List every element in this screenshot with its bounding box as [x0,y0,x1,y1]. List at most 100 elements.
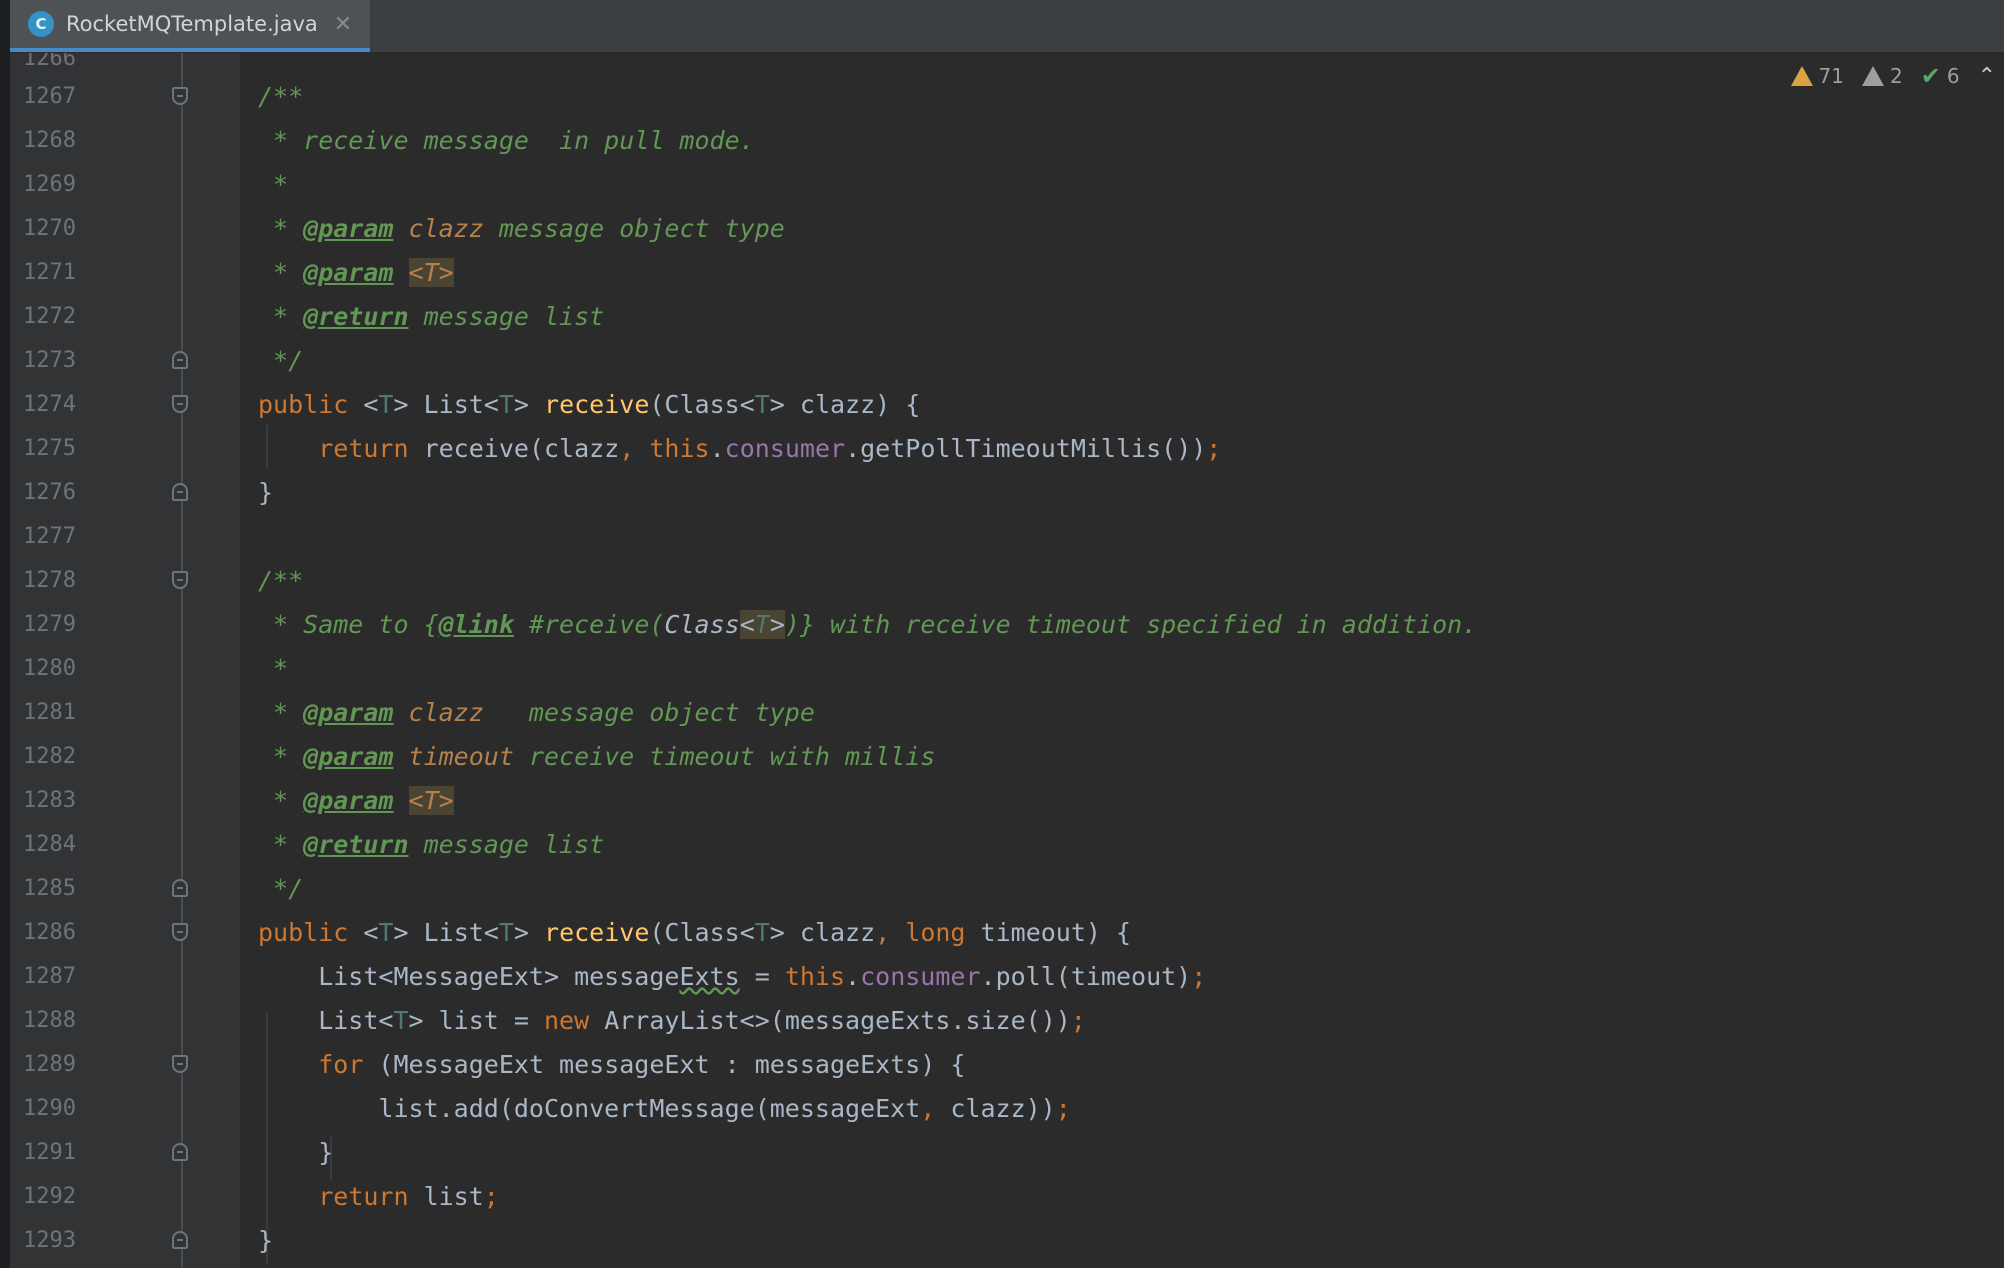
fold-collapse-icon[interactable] [172,571,188,589]
line-number: 1275 [23,436,76,461]
close-icon[interactable]: ✕ [334,12,352,37]
code-text: * @return message list [258,830,605,859]
code-line: 1282 * @param timeout receive timeout wi… [10,735,2004,779]
line-number: 1276 [23,480,76,505]
line-number: 1286 [23,920,76,945]
code-line: 1283 * @param <T> [10,779,2004,823]
editor-tab-bar: C RocketMQTemplate.java ✕ [10,0,2004,53]
fold-end-icon[interactable] [172,351,188,369]
line-number: 1292 [23,1184,76,1209]
code-line: 1267 /** [10,75,2004,119]
line-number: 1268 [23,128,76,153]
check-icon: ✔ [1920,62,1941,90]
code-line: 1276 } [10,471,2004,515]
code-line: 1285 */ [10,867,2004,911]
code-text: for (MessageExt messageExt : messageExts… [318,1050,966,1079]
code-text: List<MessageExt> messageExts = this.cons… [258,962,1207,991]
code-line: 1269 * [10,163,2004,207]
line-number: 1288 [23,1008,76,1033]
code-text: */ [258,874,304,903]
code-text: List<T> list = new ArrayList<>(messageEx… [258,1006,1086,1035]
line-number: 1291 [23,1140,76,1165]
code-text: public <T> List<T> receive(Class<T> claz… [258,390,921,419]
code-line: 1280 * [10,647,2004,691]
line-number: 1293 [23,1228,76,1253]
code-line: 1284 * @return message list [10,823,2004,867]
fold-end-icon[interactable] [172,879,188,897]
code-line: 1268 * receive message in pull mode. [10,119,2004,163]
tab-title: RocketMQTemplate.java [66,12,318,36]
code-line: 1271 * @param <T> [10,251,2004,295]
code-text: } [258,1226,274,1255]
line-number: 1283 [23,788,76,813]
line-number: 1271 [23,260,76,285]
code-line: 1270 * @param clazz message object type [10,207,2004,251]
code-text: public <T> List<T> receive(Class<T> claz… [258,918,1132,947]
tab-rocketmqtemplate[interactable]: C RocketMQTemplate.java ✕ [10,0,370,52]
code-line: 1281 * @param clazz message object type [10,691,2004,735]
code-text: * @param timeout receive timeout with mi… [258,742,936,771]
code-text: */ [258,346,304,375]
weak-warnings-indicator[interactable]: 2 [1861,64,1903,88]
line-number: 1289 [23,1052,76,1077]
code-line: 1273 */ [10,339,2004,383]
code-line: 1291 } [10,1131,2004,1175]
code-text: * receive message in pull mode. [258,126,755,155]
fold-end-icon[interactable] [172,1143,188,1161]
line-number: 1280 [23,656,76,681]
weak-warning-icon [1861,66,1884,86]
warnings-indicator[interactable]: 71 [1790,64,1844,88]
code-line: 1290 list.add(doConvertMessage(messageEx… [10,1087,2004,1131]
code-line: 1278 /** [10,559,2004,603]
typos-indicator[interactable]: ✔ 6 [1921,62,1960,90]
line-number: 1273 [23,348,76,373]
code-line: 1286 public <T> List<T> receive(Class<T>… [10,911,2004,955]
line-number: 1290 [23,1096,76,1121]
code-text: /** [258,566,304,595]
chevron-up-icon[interactable]: ⌃ [1978,64,1996,89]
fold-collapse-icon[interactable] [172,395,188,413]
code-text: * @param clazz message object type [258,698,815,727]
code-line: 1289 for (MessageExt messageExt : messag… [10,1043,2004,1087]
code-line: 1272 * @return message list [10,295,2004,339]
code-line: 1292 return list; [10,1175,2004,1219]
line-number: 1281 [23,700,76,725]
code-line: 1287 List<MessageExt> messageExts = this… [10,955,2004,999]
fold-end-icon[interactable] [172,1231,188,1249]
code-line: 1293 } [10,1219,2004,1263]
inspection-widget[interactable]: 71 2 ✔ 6 ⌃ [1790,62,2004,90]
line-number: 1274 [23,392,76,417]
code-text: } [258,478,274,507]
code-text: /** [258,82,304,111]
weak-warnings-count: 2 [1889,64,1903,88]
fold-collapse-icon[interactable] [172,87,188,105]
line-number: 1267 [23,84,76,109]
line-number: 1287 [23,964,76,989]
code-editor[interactable]: 1266 1267 /** 1268 * receive message in … [10,53,2004,1268]
line-number: 1278 [23,568,76,593]
code-line: 1279 * Same to {@link #receive(Class<T>)… [10,603,2004,647]
code-line: 1274 public <T> List<T> receive(Class<T>… [10,383,2004,427]
left-tool-strip [0,0,10,1268]
fold-collapse-icon[interactable] [172,1055,188,1073]
typos-count: 6 [1946,64,1960,88]
code-text: * @param <T> [258,258,454,287]
line-number: 1284 [23,832,76,857]
code-text: return list; [318,1182,499,1211]
code-text: * @return message list [258,302,605,331]
code-text: * @param clazz message object type [258,214,785,243]
fold-collapse-icon[interactable] [172,923,188,941]
java-class-icon: C [28,11,54,37]
code-text: * Same to {@link #receive(Class<T>)} wit… [258,610,1478,639]
line-number: 1272 [23,304,76,329]
line-number: 1269 [23,172,76,197]
line-number: 1285 [23,876,76,901]
line-number: 1282 [23,744,76,769]
warning-icon [1790,66,1813,86]
code-text: * [258,654,289,683]
line-number: 1277 [23,524,76,549]
code-text: * [258,170,289,199]
code-line: 1277 [10,515,2004,559]
fold-end-icon[interactable] [172,483,188,501]
line-number: 1279 [23,612,76,637]
